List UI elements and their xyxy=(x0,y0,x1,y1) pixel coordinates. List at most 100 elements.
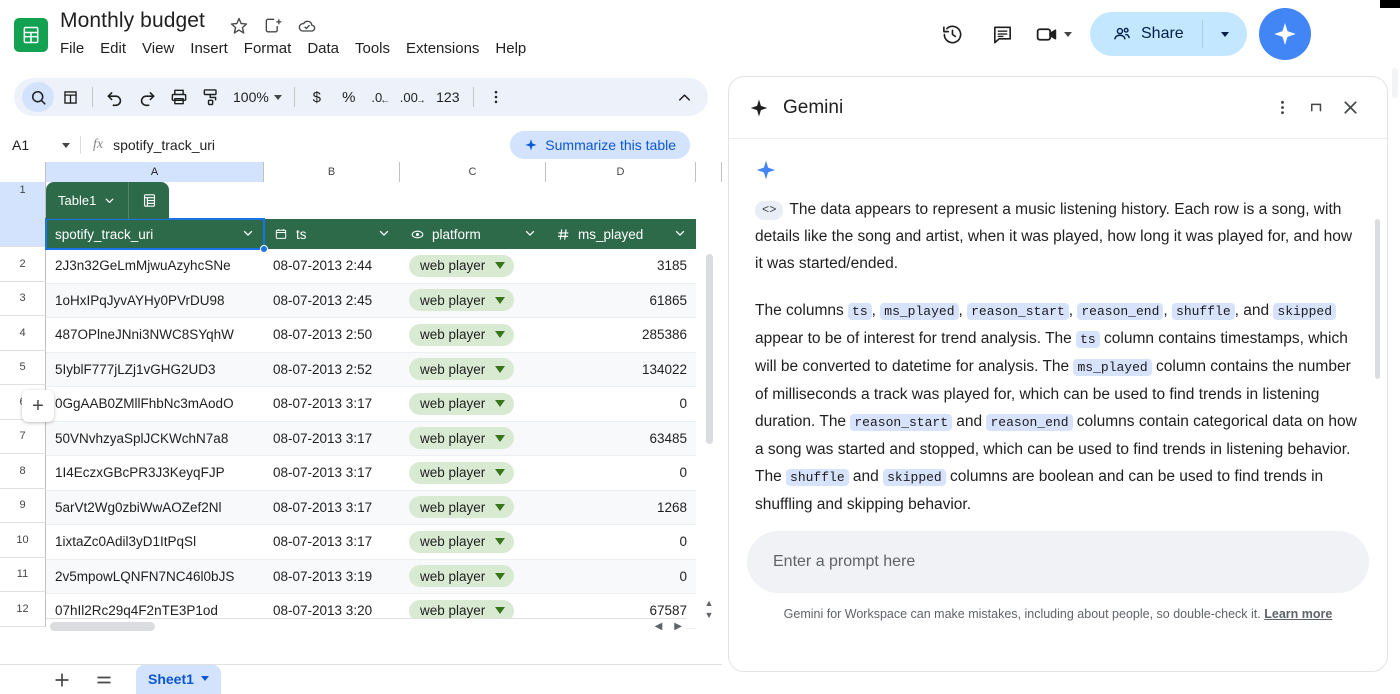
platform-chip[interactable]: web player xyxy=(409,392,515,415)
column-header-d[interactable]: D xyxy=(546,162,696,182)
scroll-left-icon[interactable]: ◀ xyxy=(655,621,663,632)
chip-dropdown-icon[interactable] xyxy=(495,434,506,442)
platform-chip[interactable]: web player xyxy=(409,565,515,588)
table-view-icon[interactable] xyxy=(129,182,170,219)
platform-chip[interactable]: web player xyxy=(409,496,515,519)
column-header-b[interactable]: B xyxy=(264,162,400,182)
chevron-down-icon[interactable] xyxy=(200,676,209,681)
paint-format-icon[interactable] xyxy=(195,82,227,112)
gemini-scrollbar[interactable] xyxy=(1375,219,1380,379)
document-title[interactable]: Monthly budget xyxy=(60,9,205,33)
menu-item-extensions[interactable]: Extensions xyxy=(406,40,479,57)
cell-ms-played[interactable]: 285386 xyxy=(546,327,696,342)
cell-ts[interactable]: 08-07-2013 3:19 xyxy=(264,569,400,584)
select-all-corner[interactable] xyxy=(0,162,46,182)
search-icon[interactable] xyxy=(22,82,54,112)
percent-format-button[interactable]: % xyxy=(333,82,365,112)
row-header-8[interactable]: 8 xyxy=(0,454,46,489)
cell-platform[interactable]: web player xyxy=(400,254,546,277)
table-column-header-spotify-track-uri[interactable]: spotify_track_uri xyxy=(45,218,268,253)
all-sheets-icon[interactable] xyxy=(94,670,114,690)
cell-ms-played[interactable]: 134022 xyxy=(546,362,696,377)
table-row[interactable]: 487OPlneJNni3NWC8SYqhW 08-07-2013 2:50 w… xyxy=(46,318,696,353)
undo-icon[interactable] xyxy=(99,82,131,112)
column-header-c[interactable]: C xyxy=(400,162,546,182)
table-column-header-platform[interactable]: platform xyxy=(400,219,546,249)
cell-ms-played[interactable]: 3185 xyxy=(546,258,696,273)
menus-icon[interactable] xyxy=(54,82,86,112)
table-column-header-ts[interactable]: ts xyxy=(264,219,400,249)
currency-format-button[interactable]: $ xyxy=(301,82,333,112)
gemini-prompt-input[interactable]: Enter a prompt here xyxy=(747,531,1369,593)
star-icon[interactable] xyxy=(229,16,249,36)
cell-spotify-track-uri[interactable]: 487OPlneJNni3NWC8SYqhW xyxy=(46,327,264,342)
more-formats-button[interactable]: 123 xyxy=(429,82,467,112)
menu-item-format[interactable]: Format xyxy=(244,40,292,57)
cell-platform[interactable]: web player xyxy=(400,530,546,553)
platform-chip[interactable]: web player xyxy=(409,254,515,277)
horizontal-scroll-thumb[interactable] xyxy=(50,622,155,631)
cell-ts[interactable]: 08-07-2013 3:17 xyxy=(264,396,400,411)
grid-horizontal-scrollbar[interactable]: ◀ ▶ xyxy=(46,618,686,634)
chip-dropdown-icon[interactable] xyxy=(495,296,506,304)
sheet-tab-sheet1[interactable]: Sheet1 xyxy=(136,664,221,694)
summarize-this-table-button[interactable]: Summarize this table xyxy=(510,131,690,159)
column-header-a[interactable]: A xyxy=(46,162,264,182)
formula-input[interactable]: spotify_track_uri xyxy=(113,137,215,153)
cell-spotify-track-uri[interactable]: 5IyblF777jLZj1vGHG2UD3 xyxy=(46,362,264,377)
chevron-down-icon[interactable] xyxy=(523,226,537,243)
row-header-4[interactable]: 4 xyxy=(0,316,46,351)
cell-ms-played[interactable]: 0 xyxy=(546,534,696,549)
add-sheet-icon[interactable] xyxy=(52,670,72,690)
decrease-decimal-button[interactable]: .0 ← xyxy=(365,82,397,112)
table-row[interactable]: 5IyblF777jLZj1vGHG2UD3 08-07-2013 2:52 w… xyxy=(46,352,696,387)
chevron-up-icon[interactable] xyxy=(668,82,700,112)
google-sheets-logo[interactable] xyxy=(14,18,48,52)
cell-ts[interactable]: 08-07-2013 2:45 xyxy=(264,293,400,308)
cell-spotify-track-uri[interactable]: 1oHxIPqJyvAYHy0PVrDU98 xyxy=(46,293,264,308)
chip-dropdown-icon[interactable] xyxy=(495,331,506,339)
cell-platform[interactable]: web player xyxy=(400,565,546,588)
three-dot-menu-icon[interactable] xyxy=(1265,91,1299,125)
chevron-down-icon[interactable] xyxy=(377,226,391,243)
table-row[interactable]: 1I4EczxGBcPR3J3KeyqFJP 08-07-2013 3:17 w… xyxy=(46,456,696,491)
row-header-11[interactable]: 11 xyxy=(0,557,46,592)
cell-spotify-track-uri[interactable]: 07hIl2Rc29q4F2nTE3P1od xyxy=(46,603,264,618)
cell-ms-played[interactable]: 67587 xyxy=(546,603,696,618)
table-row[interactable]: 1ixtaZc0Adil3yD1ItPqSl 08-07-2013 3:17 w… xyxy=(46,525,696,560)
close-icon[interactable] xyxy=(1333,91,1367,125)
table-row[interactable]: 0GgAAB0ZMllFhbNc3mAodO 08-07-2013 3:17 w… xyxy=(46,387,696,422)
row-header-9[interactable]: 9 xyxy=(0,488,46,523)
learn-more-link[interactable]: Learn more xyxy=(1264,607,1332,621)
cell-platform[interactable]: web player xyxy=(400,392,546,415)
zoom-selector[interactable]: 100% xyxy=(227,83,288,111)
cell-ms-played[interactable]: 0 xyxy=(546,396,696,411)
table-row[interactable]: 5arVt2Wg0zbiWwAOZef2Nl 08-07-2013 3:17 w… xyxy=(46,490,696,525)
platform-chip[interactable]: web player xyxy=(409,461,515,484)
table-row[interactable]: 1oHxIPqJyvAYHy0PVrDU98 08-07-2013 2:45 w… xyxy=(46,283,696,318)
menu-item-edit[interactable]: Edit xyxy=(100,40,126,57)
chip-dropdown-icon[interactable] xyxy=(495,365,506,373)
cell-platform[interactable]: web player xyxy=(400,323,546,346)
column-header-e[interactable] xyxy=(696,162,722,182)
chip-dropdown-icon[interactable] xyxy=(495,538,506,546)
menu-item-view[interactable]: View xyxy=(142,40,174,57)
cell-spotify-track-uri[interactable]: 1ixtaZc0Adil3yD1ItPqSl xyxy=(46,534,264,549)
cell-spotify-track-uri[interactable]: 2J3n32GeLmMjwuAzyhcSNe xyxy=(46,258,264,273)
cell-ts[interactable]: 08-07-2013 3:17 xyxy=(264,431,400,446)
add-row-button[interactable]: + xyxy=(22,390,54,422)
cell-ts[interactable]: 08-07-2013 3:20 xyxy=(264,603,400,618)
selection-handle[interactable] xyxy=(260,245,268,253)
chip-dropdown-icon[interactable] xyxy=(495,607,506,615)
cell-spotify-track-uri[interactable]: 5arVt2Wg0zbiWwAOZef2Nl xyxy=(46,500,264,515)
grid-vertical-scroll-arrows[interactable]: ▲ ▼ xyxy=(702,598,716,620)
platform-chip[interactable]: web player xyxy=(409,358,515,381)
cell-platform[interactable]: web player xyxy=(400,358,546,381)
platform-chip[interactable]: web player xyxy=(409,323,515,346)
chip-dropdown-icon[interactable] xyxy=(495,262,506,270)
table-row[interactable]: 50VNvhzyaSplJCKWchN7a8 08-07-2013 3:17 w… xyxy=(46,421,696,456)
table-column-header-ms-played[interactable]: ms_played xyxy=(546,219,696,249)
scroll-right-icon[interactable]: ▶ xyxy=(674,621,682,632)
redo-icon[interactable] xyxy=(131,82,163,112)
table-row[interactable]: 2v5mpowLQNFN7NC46l0bJS 08-07-2013 3:19 w… xyxy=(46,559,696,594)
